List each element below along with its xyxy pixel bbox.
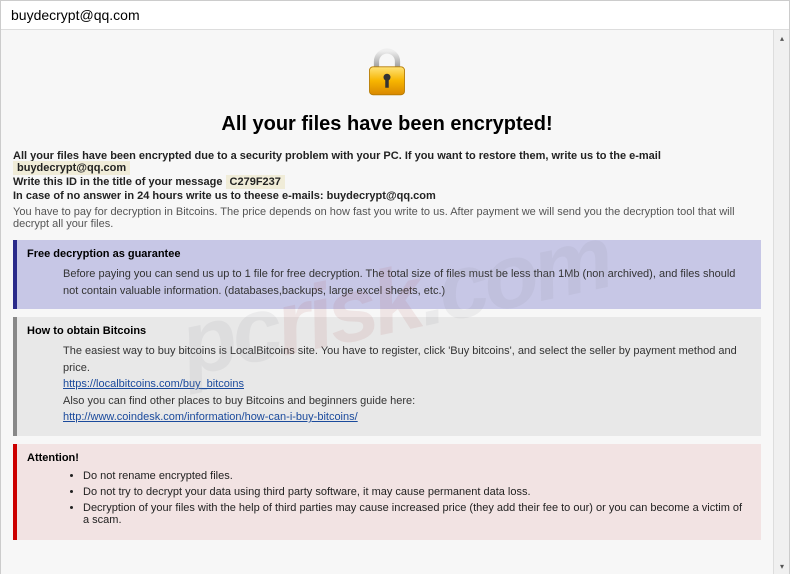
intro-line-3: In case of no answer in 24 hours write u… (13, 190, 761, 202)
chevron-down-icon: ▾ (780, 562, 784, 571)
list-item: Do not rename encrypted files. (83, 470, 751, 482)
email-highlight-1: buydecrypt@qq.com (13, 161, 130, 175)
main-heading: All your files have been encrypted! (13, 113, 761, 136)
box2-title: How to obtain Bitcoins (27, 325, 751, 337)
box-free-decryption: Free decryption as guarantee Before payi… (13, 240, 761, 309)
window-title: buydecrypt@qq.com (11, 7, 140, 23)
box1-title: Free decryption as guarantee (27, 248, 751, 260)
payment-note: You have to pay for decryption in Bitcoi… (13, 206, 761, 230)
id-highlight: C279F237 (226, 175, 285, 189)
link-localbitcoins[interactable]: https://localbitcoins.com/buy_bitcoins (63, 378, 244, 390)
document-content: All your files have been encrypted! All … (1, 30, 773, 574)
intro-line-2-text: Write this ID in the title of your messa… (13, 176, 222, 188)
scroll-up-button[interactable]: ▴ (774, 30, 789, 46)
scroll-track[interactable] (774, 46, 789, 558)
box2-body: The easiest way to buy bitcoins is Local… (33, 343, 751, 426)
intro-line-1: All your files have been encrypted due t… (13, 150, 761, 174)
attention-list: Do not rename encrypted files. Do not tr… (33, 470, 751, 526)
link-coindesk[interactable]: http://www.coindesk.com/information/how-… (63, 411, 358, 423)
lock-icon-wrap (13, 40, 761, 113)
list-item: Decryption of your files with the help o… (83, 502, 751, 526)
box-obtain-bitcoins: How to obtain Bitcoins The easiest way t… (13, 317, 761, 436)
box2-line2: Also you can find other places to buy Bi… (63, 393, 751, 410)
intro-line-2: Write this ID in the title of your messa… (13, 176, 761, 188)
content-wrapper: All your files have been encrypted! All … (1, 30, 789, 574)
window-title-bar: buydecrypt@qq.com (1, 1, 789, 30)
box2-line1: The easiest way to buy bitcoins is Local… (63, 343, 751, 376)
box1-body: Before paying you can send us up to 1 fi… (33, 266, 751, 299)
list-item: Do not try to decrypt your data using th… (83, 486, 751, 498)
lock-icon (359, 44, 415, 100)
scroll-down-button[interactable]: ▾ (774, 558, 789, 574)
vertical-scrollbar[interactable]: ▴ ▾ (773, 30, 789, 574)
box3-title: Attention! (27, 452, 751, 464)
email-2: buydecrypt@qq.com (327, 190, 436, 202)
intro-line-3-text: In case of no answer in 24 hours write u… (13, 190, 324, 202)
box-attention: Attention! Do not rename encrypted files… (13, 444, 761, 540)
chevron-up-icon: ▴ (780, 34, 784, 43)
